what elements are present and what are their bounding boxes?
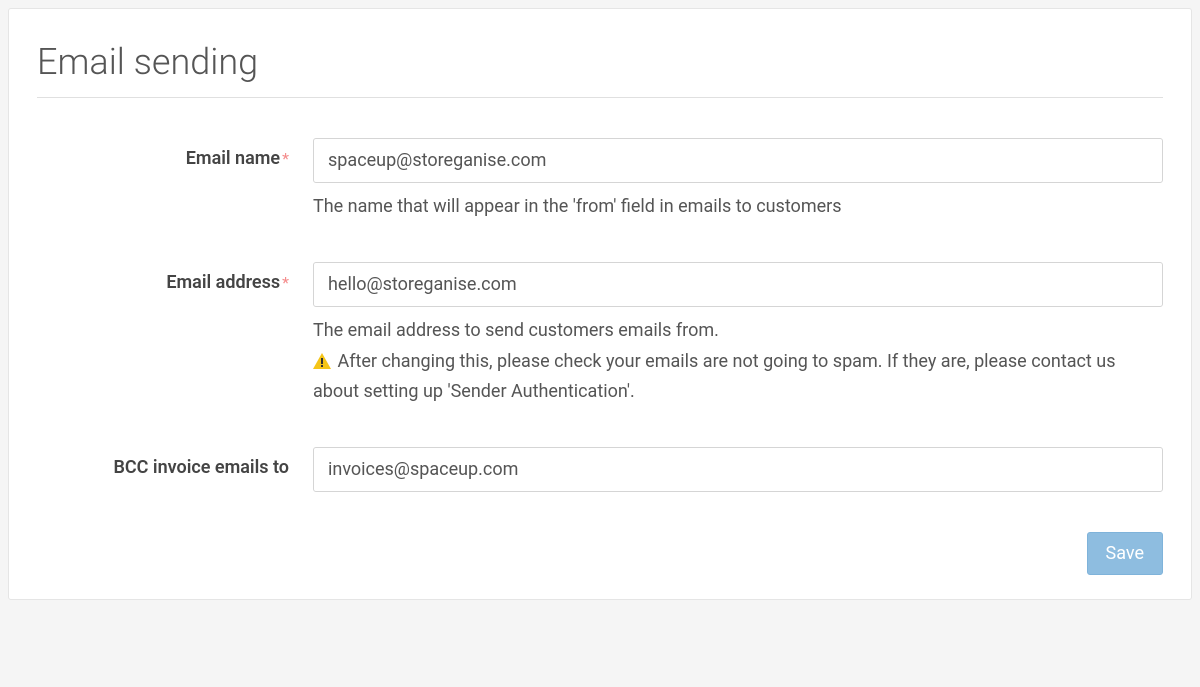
required-asterisk: * (282, 149, 289, 168)
label-col: BCC invoice emails to (37, 447, 313, 478)
input-col: The name that will appear in the 'from' … (313, 138, 1163, 222)
warning-icon (313, 350, 331, 379)
email-address-input[interactable] (313, 262, 1163, 307)
email-name-input[interactable] (313, 138, 1163, 183)
button-row: Save (37, 532, 1163, 575)
label-col: Email address* (37, 262, 313, 293)
input-col: The email address to send customers emai… (313, 262, 1163, 407)
email-address-help2: After changing this, please check your e… (313, 351, 1116, 403)
save-button[interactable]: Save (1087, 532, 1164, 575)
email-sending-card: Email sending Email name* The name that … (8, 8, 1192, 600)
email-name-label: Email name (186, 148, 280, 169)
section-title: Email sending (37, 41, 1163, 98)
form-row-email-name: Email name* The name that will appear in… (37, 138, 1163, 222)
required-asterisk: * (282, 273, 289, 292)
email-address-help1: The email address to send customers emai… (313, 317, 1163, 346)
email-name-help: The name that will appear in the 'from' … (313, 193, 1163, 222)
email-address-label: Email address (166, 272, 280, 293)
bcc-input[interactable] (313, 447, 1163, 492)
label-col: Email name* (37, 138, 313, 169)
form-row-email-address: Email address* The email address to send… (37, 262, 1163, 407)
email-address-warning: After changing this, please check your e… (313, 348, 1163, 408)
bcc-label: BCC invoice emails to (113, 457, 289, 478)
form-row-bcc: BCC invoice emails to (37, 447, 1163, 492)
input-col (313, 447, 1163, 492)
